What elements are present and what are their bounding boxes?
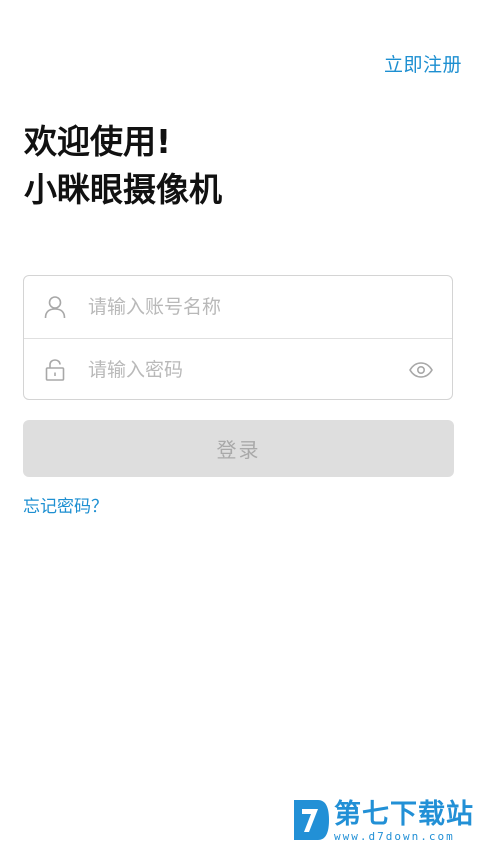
watermark-text: 第七下载站 www.d7down.com: [334, 800, 474, 844]
login-button[interactable]: 登录: [23, 420, 454, 477]
site-watermark: 第七下载站 www.d7down.com: [292, 798, 474, 846]
welcome-line-1: 欢迎使用!: [24, 122, 172, 161]
password-input[interactable]: [88, 359, 388, 381]
register-link[interactable]: 立即注册: [384, 50, 462, 77]
account-field: [24, 276, 452, 338]
account-input[interactable]: [88, 296, 388, 318]
eye-icon[interactable]: [408, 358, 434, 382]
login-form: [23, 275, 453, 400]
watermark-url: www.d7down.com: [334, 830, 455, 843]
user-icon: [43, 295, 67, 319]
watermark-title: 第七下载站: [334, 799, 474, 830]
d7-logo-icon: [292, 798, 330, 846]
app-name-line: 小眯眼摄像机: [24, 170, 222, 209]
lock-icon: [43, 358, 67, 382]
password-field: [24, 338, 452, 399]
welcome-heading: 欢迎使用! 小眯眼摄像机: [24, 118, 222, 214]
forgot-password-link[interactable]: 忘记密码？: [23, 492, 108, 517]
